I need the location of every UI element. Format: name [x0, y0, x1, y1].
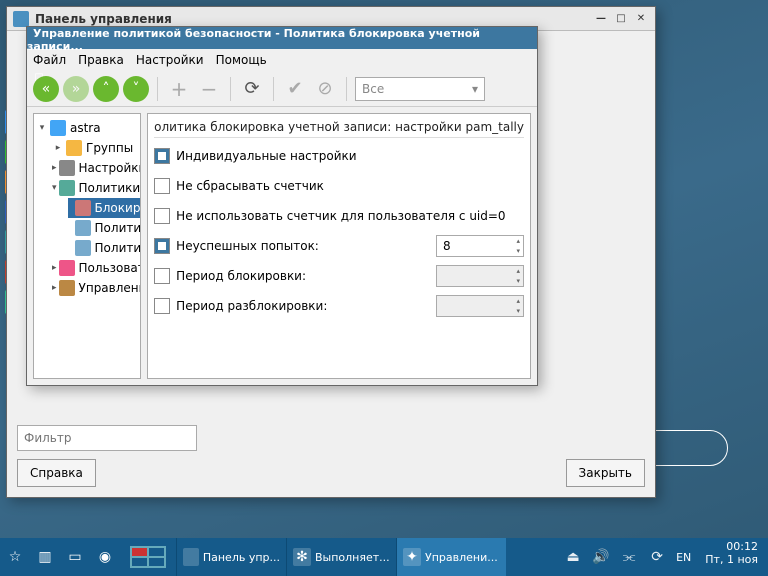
- host-icon: [50, 120, 66, 136]
- users-icon: [59, 260, 75, 276]
- nav-back-icon[interactable]: «: [33, 76, 59, 102]
- cb-lock-period[interactable]: [154, 268, 170, 284]
- toolbar: « » ˄ ˅ + − ⟳ ✔ ⊘ Все ▾: [27, 71, 537, 107]
- tree-node-policies[interactable]: ▾Политики учетной записи: [52, 178, 140, 198]
- menu-edit[interactable]: Правка: [78, 53, 124, 67]
- lock-icon: [75, 200, 91, 216]
- page-icon: [75, 220, 91, 236]
- cb-unlock-period[interactable]: [154, 298, 170, 314]
- app-icon: [183, 548, 199, 566]
- add-icon[interactable]: +: [166, 76, 192, 102]
- browser[interactable]: ◉: [90, 538, 120, 576]
- menu-help[interactable]: Помощь: [216, 53, 267, 67]
- app-icon: ✦: [403, 548, 421, 566]
- cancel-icon[interactable]: ⊘: [312, 76, 338, 102]
- globe-icon: ◉: [96, 548, 114, 566]
- tree-node-lock[interactable]: ▸Блокировка: [68, 198, 140, 218]
- tree-pane[interactable]: ▾astra ▸Группы ▸Настройки безопасности ▾…: [33, 113, 141, 379]
- tree-node-host[interactable]: ▾astra: [36, 118, 140, 138]
- close-button[interactable]: Закрыть: [566, 459, 645, 487]
- chevron-down-icon: ▾: [472, 82, 478, 96]
- parent-title: Панель управления: [35, 12, 172, 26]
- tree-node-password-policy[interactable]: ▸Политика паролей: [68, 218, 140, 238]
- nav-fwd-icon[interactable]: »: [63, 76, 89, 102]
- keyboard-lang[interactable]: EN: [676, 551, 691, 564]
- filter-combo-value: Все: [362, 82, 384, 96]
- menu-settings[interactable]: Настройки: [136, 53, 204, 67]
- volume-icon[interactable]: 🔊: [592, 548, 610, 566]
- filter-input[interactable]: [17, 425, 197, 451]
- apply-icon[interactable]: ✔: [282, 76, 308, 102]
- desktop-switcher[interactable]: [120, 538, 176, 576]
- gear-icon: [59, 160, 75, 176]
- system-tray: ⏏ 🔊 ⫘ ⟳ EN: [556, 538, 699, 576]
- clock-time: 00:12: [705, 540, 758, 553]
- folder-icon: [66, 140, 82, 156]
- menubar: Файл Правка Настройки Помощь: [27, 49, 537, 71]
- task-security[interactable]: ✦Управлени...: [396, 538, 506, 576]
- fail-attempts-spinbox[interactable]: 8: [436, 235, 524, 257]
- usb-icon[interactable]: ⏏: [564, 548, 582, 566]
- shield-icon: [59, 180, 75, 196]
- updates-icon[interactable]: ⟳: [648, 548, 666, 566]
- help-button[interactable]: Справка: [17, 459, 96, 487]
- show-desktop[interactable]: ▥: [30, 538, 60, 576]
- child-titlebar[interactable]: Управление политикой безопасности - Поли…: [27, 27, 537, 49]
- lock-period-spinbox[interactable]: [436, 265, 524, 287]
- security-policy-window: Управление политикой безопасности - Поли…: [26, 26, 538, 386]
- form-pane: олитика блокировка учетной записи: настр…: [147, 113, 531, 379]
- star-icon: ☆: [6, 548, 24, 566]
- tree-node-create-policy[interactable]: ▸Политика создания пол...: [68, 238, 140, 258]
- clock-date: Пт, 1 ноя: [705, 553, 758, 566]
- network-icon[interactable]: ⫘: [620, 548, 638, 566]
- cb-fail-attempts[interactable]: [154, 238, 170, 254]
- refresh-icon[interactable]: ⟳: [239, 76, 265, 102]
- nav-down-icon[interactable]: ˅: [123, 76, 149, 102]
- minimize-icon[interactable]: —: [593, 11, 609, 27]
- disk-icon: [59, 280, 75, 296]
- unlock-period-spinbox[interactable]: [436, 295, 524, 317]
- close-icon[interactable]: ✕: [633, 11, 649, 27]
- form-title: олитика блокировка учетной записи: настр…: [154, 120, 524, 138]
- run-icon: ✻: [293, 548, 311, 566]
- nav-up-icon[interactable]: ˄: [93, 76, 119, 102]
- tree-node-groups[interactable]: ▸Группы: [52, 138, 140, 158]
- taskbar: ☆ ▥ ▭ ◉ Панель упр... ✻Выполняет... ✦Упр…: [0, 538, 768, 576]
- start-button[interactable]: ☆: [0, 538, 30, 576]
- clock[interactable]: 00:12 Пт, 1 ноя: [699, 538, 768, 576]
- filter-combo[interactable]: Все ▾: [355, 77, 485, 101]
- app-icon: [13, 11, 29, 27]
- cb-individual[interactable]: [154, 148, 170, 164]
- tree-node-quotas[interactable]: ▸Управление квотами: [52, 278, 140, 298]
- maximize-icon[interactable]: □: [613, 11, 629, 27]
- task-control-panel[interactable]: Панель упр...: [176, 538, 286, 576]
- folder-icon: ▭: [66, 548, 84, 566]
- remove-icon[interactable]: −: [196, 76, 222, 102]
- tree-node-users[interactable]: ▸Пользователи: [52, 258, 140, 278]
- file-manager[interactable]: ▭: [60, 538, 90, 576]
- cb-no-reset[interactable]: [154, 178, 170, 194]
- tree-node-security[interactable]: ▸Настройки безопасности: [52, 158, 140, 178]
- desktop-icon: ▥: [36, 548, 54, 566]
- menu-file[interactable]: Файл: [33, 53, 66, 67]
- task-running[interactable]: ✻Выполняет...: [286, 538, 396, 576]
- page-icon: [75, 240, 91, 256]
- cb-no-root[interactable]: [154, 208, 170, 224]
